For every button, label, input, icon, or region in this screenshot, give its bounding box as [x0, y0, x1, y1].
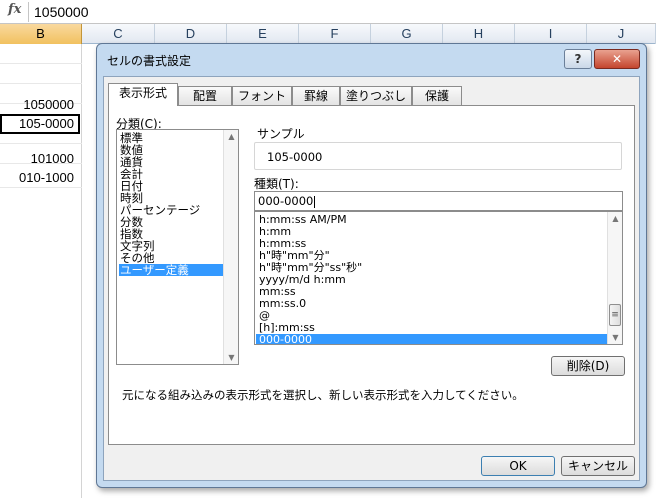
tab-protection[interactable]: 保護 — [412, 86, 462, 105]
cell-b5-active[interactable]: 105-0000 — [0, 114, 80, 134]
scroll-down-arrow-icon[interactable]: ▼ — [224, 353, 239, 362]
column-header-row: B C D E F G H I J — [0, 24, 656, 44]
cell-b4[interactable]: 1050000 — [0, 95, 80, 115]
format-listbox[interactable]: h:mm:ss AM/PM h:mm h:mm:ss h"時"mm"分" h"時… — [254, 211, 623, 345]
ok-button[interactable]: OK — [481, 456, 555, 476]
format-item[interactable]: yyyy/m/d h:mm — [256, 274, 608, 286]
scroll-up-arrow-icon[interactable]: ▲ — [608, 214, 622, 223]
scroll-up-arrow-icon[interactable]: ▲ — [224, 132, 239, 141]
worksheet-grid: 1050000 105-0000 101000 010-1000 — [0, 44, 82, 498]
format-item[interactable]: h:mm — [256, 226, 608, 238]
tab-alignment[interactable]: 配置 — [178, 86, 232, 105]
cell-b8[interactable]: 010-1000 — [0, 168, 80, 188]
sample-value: 105-0000 — [267, 150, 323, 164]
column-header-g[interactable]: G — [371, 24, 443, 44]
column-header-i[interactable]: I — [515, 24, 587, 44]
scroll-down-arrow-icon[interactable]: ▼ — [608, 333, 622, 342]
text-caret — [314, 195, 316, 208]
column-header-d[interactable]: D — [155, 24, 227, 44]
sample-label: サンプル — [257, 127, 305, 141]
category-scrollbar[interactable]: ▲ ▼ — [223, 130, 238, 364]
grid-line — [0, 83, 82, 84]
format-scrollbar[interactable]: ▲ ≡ ▼ — [607, 212, 622, 344]
category-item-selected[interactable]: ユーザー定義 — [119, 264, 223, 276]
tab-number[interactable]: 表示形式 — [108, 83, 178, 106]
tab-font[interactable]: フォント — [232, 86, 292, 105]
column-header-h[interactable]: H — [443, 24, 515, 44]
description-text: 元になる組み込みの表示形式を選択し、新しい表示形式を入力してください。 — [122, 388, 524, 402]
scrollbar-thumb[interactable]: ≡ — [609, 304, 621, 326]
format-item-selected[interactable]: 000-0000 — [256, 334, 608, 344]
type-input[interactable]: 000-0000 — [254, 191, 623, 211]
close-button[interactable]: ✕ — [594, 49, 640, 69]
type-label: 種類(T): — [254, 177, 299, 191]
dialog-titlebar[interactable]: セルの書式設定 ? ✕ — [97, 44, 646, 74]
type-input-value: 000-0000 — [258, 194, 314, 208]
cancel-button[interactable]: キャンセル — [561, 456, 635, 476]
tab-fill[interactable]: 塗りつぶし — [340, 86, 412, 105]
dialog-body: 表示形式 配置 フォント 罫線 塗りつぶし 保護 分類(C): 標準 数値 通貨… — [103, 76, 640, 481]
column-header-c[interactable]: C — [82, 24, 155, 44]
dialog-title: セルの書式設定 — [107, 54, 192, 68]
grid-line — [0, 143, 82, 144]
column-header-b[interactable]: B — [0, 24, 82, 44]
help-button[interactable]: ? — [564, 49, 592, 69]
cell-b7[interactable]: 101000 — [0, 149, 80, 169]
format-item[interactable]: h:mm:ss AM/PM — [256, 214, 608, 226]
delete-button[interactable]: 削除(D) — [551, 356, 625, 376]
column-header-e[interactable]: E — [227, 24, 299, 44]
sample-group: 105-0000 — [254, 142, 622, 170]
format-item[interactable]: mm:ss — [256, 286, 608, 298]
formula-separator — [28, 2, 29, 22]
function-icon[interactable]: fx — [8, 2, 21, 17]
tab-border[interactable]: 罫線 — [292, 86, 340, 105]
formula-bar: fx 1050000 — [0, 0, 656, 24]
column-header-j[interactable]: J — [587, 24, 656, 44]
grid-line — [0, 63, 82, 64]
column-header-f[interactable]: F — [299, 24, 371, 44]
format-cells-dialog: セルの書式設定 ? ✕ 表示形式 配置 フォント 罫線 塗りつぶし 保護 分類(… — [96, 43, 647, 488]
category-listbox[interactable]: 標準 数値 通貨 会計 日付 時刻 パーセンテージ 分数 指数 文字列 その他 … — [116, 129, 239, 365]
formula-input[interactable]: 1050000 — [34, 4, 89, 20]
format-item[interactable]: mm:ss.0 — [256, 298, 608, 310]
